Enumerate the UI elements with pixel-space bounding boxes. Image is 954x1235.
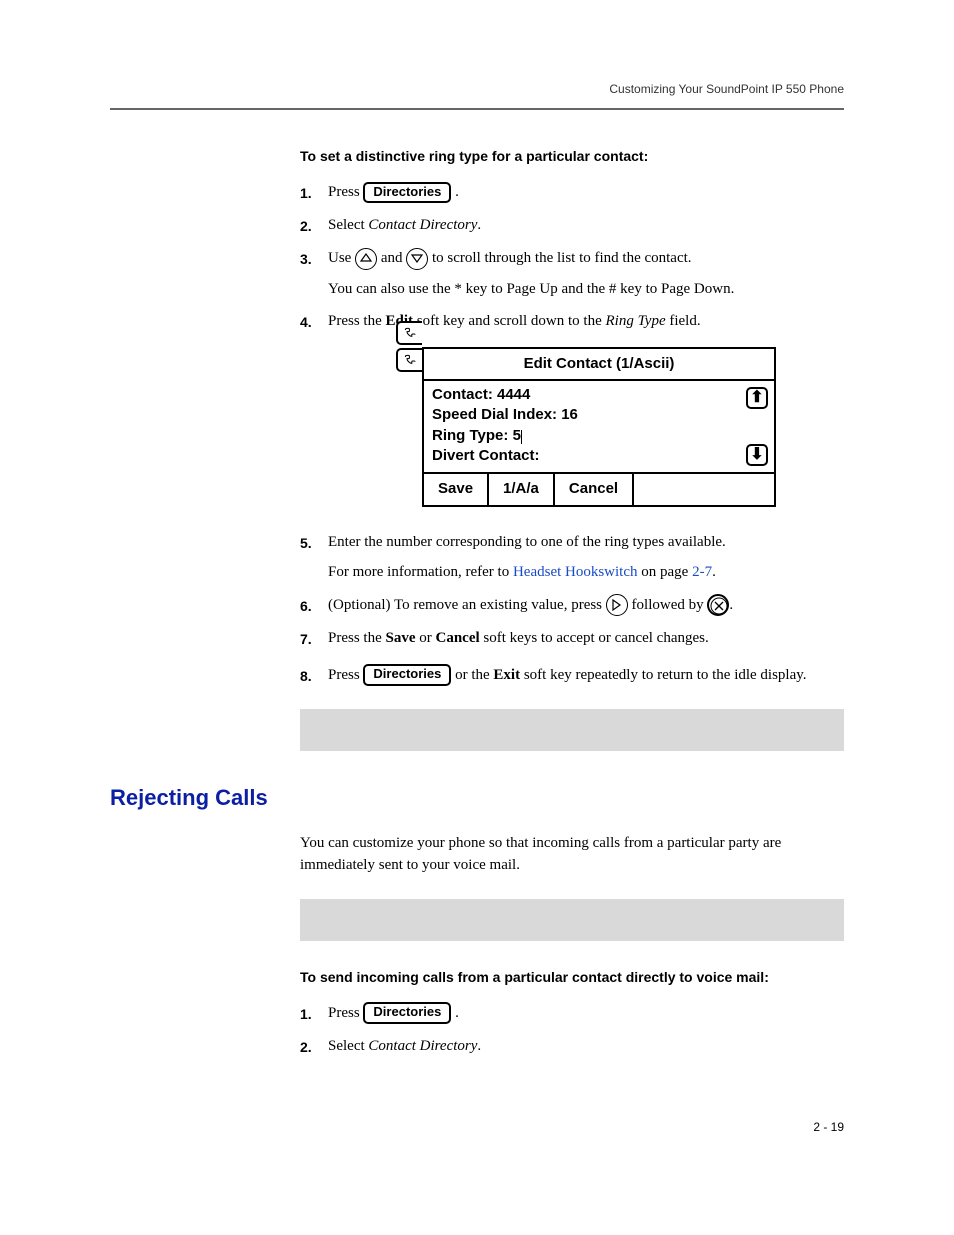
line-tab-icon	[396, 321, 422, 345]
step-number: 4.	[300, 310, 328, 333]
step-text: and	[381, 250, 406, 266]
directories-key: Directories	[363, 1002, 451, 1023]
step-text: soft keys to accept or cancel changes.	[480, 630, 709, 646]
save-softkey-ref: Save	[386, 630, 416, 646]
steps-ring: 1. Press Directories . 2. Select Contact…	[300, 181, 844, 687]
rejecting-calls-heading: Rejecting Calls	[110, 781, 844, 814]
step-text: .	[455, 1005, 459, 1021]
lcd-speed-dial-line: Speed Dial Index: 16	[432, 405, 740, 425]
step-text: (Optional) To remove an existing value, …	[328, 597, 606, 613]
lcd-softkey-cancel: Cancel	[555, 474, 634, 505]
step-r2: 2. Select Contact Directory.	[300, 1035, 844, 1058]
line-tab-icon	[396, 348, 422, 372]
scroll-up-icon: ⬆	[746, 387, 768, 409]
step-number: 2.	[300, 214, 328, 237]
note-placeholder-bar	[300, 899, 844, 941]
step-text: on page	[638, 564, 693, 580]
step-text: soft key and scroll down to the	[413, 313, 605, 329]
step-text: Press	[328, 184, 363, 200]
step-1: 1. Press Directories .	[300, 181, 844, 204]
step-text: to scroll through the list to find the c…	[432, 250, 692, 266]
page-ref-link[interactable]: 2-7	[692, 564, 712, 580]
headset-hookswitch-link[interactable]: Headset Hookswitch	[513, 564, 638, 580]
section-intro-reject: To send incoming calls from a particular…	[300, 967, 844, 988]
step-text: .	[729, 597, 733, 613]
step-text: Press the	[328, 630, 386, 646]
step-number: 1.	[300, 181, 328, 204]
step-3: 3. Use and to scroll through the list to…	[300, 247, 844, 300]
lcd-softkey-save: Save	[424, 474, 489, 505]
step-4: 4. Press the Edit soft key and scroll do…	[300, 310, 844, 521]
step-text: Select	[328, 217, 368, 233]
step-number: 2.	[300, 1035, 328, 1058]
step-text: Press	[328, 1005, 363, 1021]
step-number: 1.	[300, 1002, 328, 1025]
step-number: 6.	[300, 594, 328, 617]
step-r1: 1. Press Directories .	[300, 1002, 844, 1025]
directories-key: Directories	[363, 664, 451, 685]
steps-reject: 1. Press Directories . 2. Select Contact…	[300, 1002, 844, 1058]
step-text: soft key repeatedly to return to the idl…	[520, 667, 806, 683]
rejecting-calls-para: You can customize your phone so that inc…	[300, 832, 844, 877]
step-text: Enter the number corresponding to one of…	[328, 534, 726, 550]
step-text: .	[477, 1038, 481, 1054]
step-number: 7.	[300, 627, 328, 650]
running-title: Customizing Your SoundPoint IP 550 Phone	[609, 82, 844, 96]
step-text: field.	[666, 313, 701, 329]
lcd-screenshot: Edit Contact (1/Ascii) ⬆ ⬇ Contact: 4444…	[396, 347, 776, 507]
step-subtext: You can also use the * key to Page Up an…	[328, 278, 844, 301]
step-text: Press the	[328, 313, 386, 329]
step-text: Use	[328, 250, 355, 266]
scroll-down-icon: ⬇	[746, 444, 768, 466]
lcd-title: Edit Contact (1/Ascii)	[424, 349, 774, 382]
exit-softkey-ref: Exit	[493, 667, 520, 683]
step-text: followed by	[632, 597, 708, 613]
lcd-softkey-mode: 1/A/a	[489, 474, 555, 505]
step-text: .	[477, 217, 481, 233]
step-number: 8.	[300, 664, 328, 687]
nav-up-icon	[355, 248, 377, 270]
nav-right-icon	[606, 594, 628, 616]
step-text: Select	[328, 1038, 368, 1054]
step-8: 8. Press Directories or the Exit soft ke…	[300, 664, 844, 687]
lcd-softkeys: Save 1/A/a Cancel	[424, 474, 774, 505]
lcd-divert-line: Divert Contact:	[432, 446, 740, 466]
contact-directory-label: Contact Directory	[368, 1038, 477, 1054]
lcd-contact-line: Contact: 4444	[432, 385, 740, 405]
step-2: 2. Select Contact Directory.	[300, 214, 844, 237]
lcd-line-tabs	[396, 321, 422, 375]
step-text: or	[416, 630, 436, 646]
directories-key: Directories	[363, 182, 451, 203]
page-number: 2 - 19	[110, 1118, 844, 1136]
step-text: .	[455, 184, 459, 200]
nav-down-icon	[406, 248, 428, 270]
step-number: 3.	[300, 247, 328, 270]
step-5: 5. Enter the number corresponding to one…	[300, 531, 844, 584]
step-text: or the	[455, 667, 493, 683]
lcd-ring-type-line: Ring Type: 5	[432, 426, 740, 446]
running-header: Customizing Your SoundPoint IP 550 Phone	[110, 80, 844, 110]
step-text: Press	[328, 667, 363, 683]
step-number: 5.	[300, 531, 328, 554]
step-text: For more information, refer to	[328, 564, 513, 580]
delete-key-icon	[707, 594, 729, 616]
note-placeholder-bar	[300, 709, 844, 751]
step-6: 6. (Optional) To remove an existing valu…	[300, 594, 844, 617]
section-intro-ring: To set a distinctive ring type for a par…	[300, 146, 844, 167]
contact-directory-label: Contact Directory	[368, 217, 477, 233]
step-text: .	[712, 564, 716, 580]
ring-type-ref: Ring Type	[605, 313, 665, 329]
cancel-softkey-ref: Cancel	[436, 630, 480, 646]
step-7: 7. Press the Save or Cancel soft keys to…	[300, 627, 844, 650]
